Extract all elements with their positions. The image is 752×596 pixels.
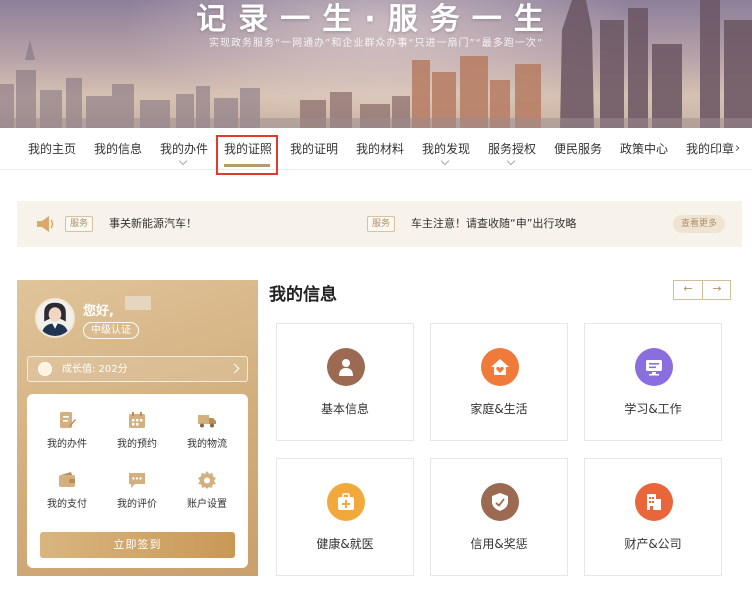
info-card-basic[interactable]: 基本信息 — [276, 323, 414, 441]
nav-item-label: 我的证明 — [290, 142, 339, 156]
nav-item-discover[interactable]: 我的发现 — [422, 128, 471, 170]
action-my-appointments[interactable]: 我的预约 — [102, 410, 172, 450]
avatar[interactable] — [35, 298, 75, 338]
action-my-logistics[interactable]: 我的物流 — [172, 410, 242, 450]
chevron-down-icon — [178, 156, 188, 166]
nav-item-label: 服务授权 — [488, 142, 537, 156]
home-heart-icon — [481, 348, 519, 386]
building-icon — [635, 483, 673, 521]
info-card-label: 健康&就医 — [316, 537, 374, 551]
arrow-right-icon[interactable]: → — [703, 281, 731, 299]
action-label: 我的物流 — [187, 439, 227, 450]
chevron-right-icon — [229, 363, 240, 374]
info-card-property[interactable]: 财产&公司 — [584, 458, 722, 576]
calendar-icon — [129, 412, 145, 428]
nav-item-convenience[interactable]: 便民服务 — [554, 128, 603, 170]
nav-item-home[interactable]: 我的主页 — [28, 128, 77, 170]
nav-item-authorization[interactable]: 服务授权 — [488, 128, 537, 170]
hero-banner: 记录一生·服务一生 实现政务服务“一网通办”和企业群众办事“只进一扇门”“最多跑… — [0, 0, 752, 128]
info-card-credit[interactable]: 信用&奖惩 — [430, 458, 568, 576]
nav-item-certificates[interactable]: 我的证明 — [290, 128, 339, 170]
arrow-left-icon[interactable]: ← — [674, 281, 702, 299]
action-account-settings[interactable]: 账户设置 — [172, 470, 242, 510]
user-name-masked — [125, 296, 151, 310]
nav-item-policy[interactable]: 政策中心 — [620, 128, 669, 170]
notice-link[interactable]: 车主注意！请查收随“申”出行攻略 — [411, 215, 576, 233]
nav-highlight-box — [216, 135, 278, 175]
info-card-label: 家庭&生活 — [470, 402, 528, 416]
info-card-label: 财产&公司 — [624, 537, 682, 551]
notice-tag: 服务 — [367, 216, 396, 232]
sign-in-button[interactable]: 立即签到 — [40, 532, 235, 558]
person-icon — [327, 348, 365, 386]
carousel-pager: ← → — [673, 280, 731, 300]
delivery-truck-icon — [198, 415, 216, 428]
chevron-down-icon — [506, 156, 516, 166]
shield-check-icon — [481, 483, 519, 521]
chevron-down-icon — [440, 156, 450, 166]
nav-item-label: 我的办件 — [160, 142, 209, 156]
nav-item-label: 我的材料 — [356, 142, 405, 156]
notice-bar: 服务 事关新能源汽车！ 服务 车主注意！请查收随“申”出行攻略 查看更多 — [17, 201, 742, 247]
nav-item-label: 便民服务 — [554, 142, 603, 156]
nav-item-label: 我的发现 — [422, 142, 471, 156]
action-my-payments[interactable]: 我的支付 — [32, 470, 102, 510]
nav-item-seals[interactable]: 我的印章 — [686, 128, 735, 170]
info-card-family[interactable]: 家庭&生活 — [430, 323, 568, 441]
quick-actions-panel: 我的办件 我的预约 我的物流 我的支付 我的评价 账户设置 立即签到 — [27, 394, 248, 568]
action-label: 我的评价 — [117, 499, 157, 510]
action-my-cases[interactable]: 我的办件 — [32, 410, 102, 450]
nav-item-label: 我的主页 — [28, 142, 77, 156]
gear-icon — [198, 471, 216, 489]
nav-item-label: 我的印章 — [686, 142, 735, 156]
notice-tag: 服务 — [65, 216, 94, 232]
megaphone-icon — [37, 216, 54, 232]
edit-document-icon — [60, 412, 76, 428]
growth-value-row[interactable]: 成长值: 202分 — [27, 356, 248, 382]
action-label: 我的支付 — [47, 499, 87, 510]
action-my-reviews[interactable]: 我的评价 — [102, 470, 172, 510]
banner-subtitle: 实现政务服务“一网通办”和企业群众办事“只进一扇门”“最多跑一次” — [208, 38, 544, 49]
action-label: 账户设置 — [187, 499, 227, 510]
user-avatar-icon — [41, 302, 69, 336]
auth-level-badge: 中级认证 — [83, 322, 139, 339]
main-nav: 我的主页 我的信息 我的办件 我的证照 我的证明 我的材料 我的发现 服务授权 … — [0, 128, 752, 170]
info-card-label: 学习&工作 — [624, 402, 682, 416]
medal-icon — [38, 362, 52, 376]
info-card-label: 基本信息 — [320, 402, 369, 416]
banner-title: 记录一生·服务一生 — [196, 2, 556, 37]
nav-scroll-right-icon[interactable]: › — [735, 128, 740, 170]
profile-card: 您好, 中级认证 成长值: 202分 我的办件 我的预约 我的物流 我的支付 我… — [17, 280, 258, 576]
notice-link[interactable]: 事关新能源汽车！ — [109, 215, 197, 233]
nav-item-cases[interactable]: 我的办件 — [160, 128, 209, 170]
monitor-icon — [635, 348, 673, 386]
nav-item-materials[interactable]: 我的材料 — [356, 128, 405, 170]
info-card-health[interactable]: 健康&就医 — [276, 458, 414, 576]
action-label: 我的预约 — [117, 439, 157, 450]
nav-item-label: 我的信息 — [94, 142, 143, 156]
medical-kit-icon — [327, 483, 365, 521]
nav-item-label: 政策中心 — [620, 142, 669, 156]
wallet-icon — [59, 472, 75, 487]
growth-value-text: 成长值: 202分 — [62, 364, 128, 375]
info-card-study-work[interactable]: 学习&工作 — [584, 323, 722, 441]
view-more-button[interactable]: 查看更多 — [673, 215, 725, 233]
action-label: 我的办件 — [47, 439, 87, 450]
section-title: 我的信息 — [269, 285, 337, 305]
chat-bubble-icon — [129, 473, 145, 488]
info-card-label: 信用&奖惩 — [470, 537, 528, 551]
greeting-text: 您好, — [83, 304, 114, 319]
nav-item-info[interactable]: 我的信息 — [94, 128, 143, 170]
